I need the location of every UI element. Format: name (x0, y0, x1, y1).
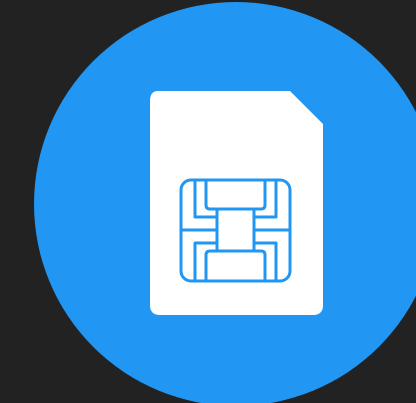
sim-card-illustration (0, 0, 416, 403)
sim-card-icon (150, 91, 323, 315)
sim-card-badge (0, 0, 416, 403)
